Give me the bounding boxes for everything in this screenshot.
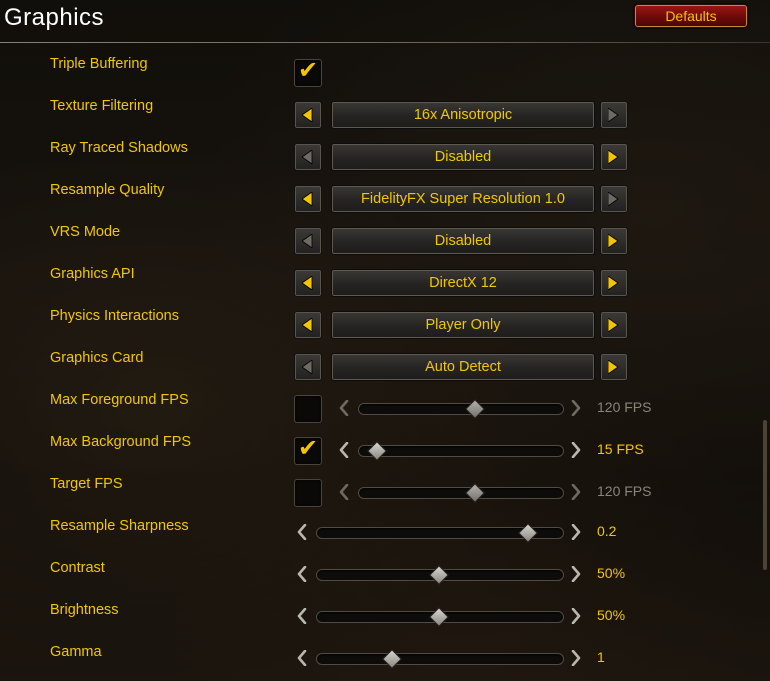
slider-decrease-chevron-icon[interactable] <box>338 483 350 501</box>
checkbox-triple-buffering[interactable]: ✔ <box>294 56 322 87</box>
checkbox-target-fps[interactable] <box>294 479 322 507</box>
previous-option-button[interactable] <box>294 143 322 171</box>
title-divider <box>0 42 770 43</box>
slider-track-target-fps[interactable] <box>358 487 564 499</box>
setting-label-physics-interactions: Physics Interactions <box>50 308 179 324</box>
slider-value-resample-sharpness: 0.2 <box>597 523 617 539</box>
slider-value-contrast: 50% <box>597 565 626 581</box>
scrollbar[interactable] <box>763 420 767 570</box>
slider-track-gamma[interactable] <box>316 653 564 665</box>
previous-option-button[interactable] <box>294 101 322 129</box>
slider-value-target-fps: 120 FPS <box>597 483 652 499</box>
setting-label-triple-buffering: Triple Buffering <box>50 56 148 72</box>
next-option-button[interactable] <box>600 227 628 255</box>
dropdown-physics-interactions[interactable]: Player Only <box>331 311 595 339</box>
previous-option-button[interactable] <box>294 185 322 213</box>
dropdown-graphics-card[interactable]: Auto Detect <box>331 353 595 381</box>
slider-value-gamma: 1 <box>597 649 605 665</box>
defaults-button[interactable]: Defaults <box>634 4 748 28</box>
setting-label-vrs-mode: VRS Mode <box>50 224 121 240</box>
slider-decrease-chevron-icon[interactable] <box>296 649 308 667</box>
next-option-button[interactable] <box>600 269 628 297</box>
previous-option-button[interactable] <box>294 269 322 297</box>
next-option-button[interactable] <box>600 311 628 339</box>
setting-label-resample-quality: Resample Quality <box>50 182 165 198</box>
setting-label-graphics-api: Graphics API <box>50 266 135 282</box>
slider-value-brightness: 50% <box>597 607 626 623</box>
slider-decrease-chevron-icon[interactable] <box>296 607 308 625</box>
setting-label-target-fps: Target FPS <box>50 476 123 492</box>
slider-decrease-chevron-icon[interactable] <box>296 523 308 541</box>
slider-decrease-chevron-icon[interactable] <box>338 441 350 459</box>
next-option-button[interactable] <box>600 101 628 129</box>
slider-decrease-chevron-icon[interactable] <box>338 399 350 417</box>
slider-increase-chevron-icon[interactable] <box>570 441 582 459</box>
setting-label-contrast: Contrast <box>50 560 105 576</box>
previous-option-button[interactable] <box>294 353 322 381</box>
dropdown-graphics-api[interactable]: DirectX 12 <box>331 269 595 297</box>
setting-label-max-background-fps: Max Background FPS <box>50 434 192 450</box>
previous-option-button[interactable] <box>294 227 322 255</box>
dropdown-resample-quality[interactable]: FidelityFX Super Resolution 1.0 <box>331 185 595 213</box>
next-option-button[interactable] <box>600 143 628 171</box>
slider-decrease-chevron-icon[interactable] <box>296 565 308 583</box>
setting-label-gamma: Gamma <box>50 644 102 660</box>
dropdown-vrs-mode[interactable]: Disabled <box>331 227 595 255</box>
setting-label-ray-traced-shadows: Ray Traced Shadows <box>50 140 188 156</box>
slider-track-max-background-fps[interactable] <box>358 445 564 457</box>
page-title: Graphics <box>4 4 105 31</box>
next-option-button[interactable] <box>600 353 628 381</box>
slider-increase-chevron-icon[interactable] <box>570 565 582 583</box>
setting-label-texture-filtering: Texture Filtering <box>50 98 154 114</box>
setting-label-graphics-card: Graphics Card <box>50 350 144 366</box>
slider-track-max-foreground-fps[interactable] <box>358 403 564 415</box>
checkmark-icon: ✔ <box>298 56 319 84</box>
previous-option-button[interactable] <box>294 311 322 339</box>
slider-increase-chevron-icon[interactable] <box>570 483 582 501</box>
slider-value-max-background-fps: 15 FPS <box>597 441 644 457</box>
setting-label-brightness: Brightness <box>50 602 119 618</box>
slider-increase-chevron-icon[interactable] <box>570 649 582 667</box>
slider-increase-chevron-icon[interactable] <box>570 607 582 625</box>
slider-increase-chevron-icon[interactable] <box>570 523 582 541</box>
slider-increase-chevron-icon[interactable] <box>570 399 582 417</box>
next-option-button[interactable] <box>600 185 628 213</box>
checkbox-max-background-fps[interactable]: ✔ <box>294 434 322 465</box>
slider-value-max-foreground-fps: 120 FPS <box>597 399 652 415</box>
setting-label-max-foreground-fps: Max Foreground FPS <box>50 392 189 408</box>
checkbox-max-foreground-fps[interactable] <box>294 395 322 423</box>
checkmark-icon: ✔ <box>298 434 319 462</box>
dropdown-texture-filtering[interactable]: 16x Anisotropic <box>331 101 595 129</box>
dropdown-ray-traced-shadows[interactable]: Disabled <box>331 143 595 171</box>
setting-label-resample-sharpness: Resample Sharpness <box>50 518 189 534</box>
